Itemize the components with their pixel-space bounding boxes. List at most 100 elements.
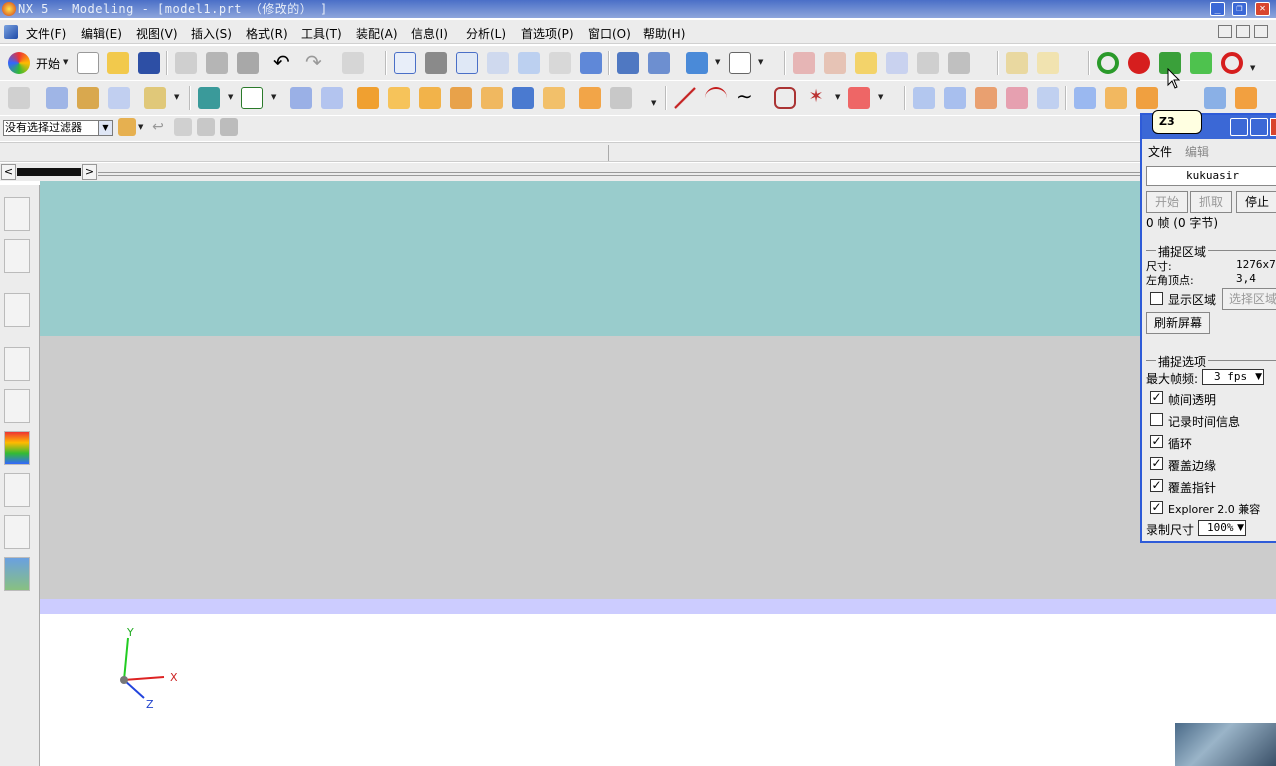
menu-file[interactable]: 文件(F)	[26, 25, 66, 42]
start-dropdown-icon[interactable]: ▼	[63, 58, 68, 66]
dropdown-icon[interactable]: ▼	[835, 93, 840, 101]
opt-time-checkbox[interactable]	[1150, 413, 1163, 426]
close-button[interactable]: ✕	[1255, 2, 1270, 16]
menu-assembly[interactable]: 装配(A)	[356, 25, 398, 42]
max-fps-select[interactable]: 3 fps ▼	[1202, 369, 1264, 385]
oring-red-icon[interactable]	[1221, 52, 1243, 74]
show-area-checkbox[interactable]	[1150, 292, 1163, 305]
opt-loop-checkbox[interactable]: ✓	[1150, 435, 1163, 448]
sketch-icon[interactable]	[144, 87, 166, 109]
styled-sweep-icon[interactable]	[1235, 87, 1257, 109]
shield-icon[interactable]	[77, 87, 99, 109]
undo-icon[interactable]: ↶	[273, 52, 295, 74]
opt-transparent-checkbox[interactable]: ✓	[1150, 391, 1163, 404]
assembly-navigator-icon[interactable]	[4, 197, 30, 231]
new-file-icon[interactable]	[77, 52, 99, 74]
capture-menu-file[interactable]: 文件	[1148, 143, 1172, 160]
scroll-right-icon[interactable]: >	[82, 164, 97, 180]
coil-green-icon[interactable]	[1190, 52, 1212, 74]
surface-icon[interactable]	[913, 87, 935, 109]
boss-icon[interactable]	[481, 87, 503, 109]
capture-menu-edit[interactable]: 编辑	[1185, 143, 1209, 160]
select-edge-icon[interactable]	[220, 118, 238, 136]
capture-start-button[interactable]: 开始	[1146, 191, 1188, 213]
arc-icon[interactable]	[705, 87, 727, 109]
graphics-viewport[interactable]: Y X Z	[40, 181, 1276, 766]
capture-grab-button[interactable]: 抓取	[1190, 191, 1232, 213]
tab-slider[interactable]	[17, 168, 81, 176]
dropdown-icon[interactable]: ▼	[758, 58, 763, 66]
paste-icon[interactable]	[237, 52, 259, 74]
wcs-dynamics-icon[interactable]	[855, 52, 877, 74]
select-arrow-icon[interactable]: ↩	[149, 118, 167, 136]
cut-icon[interactable]	[175, 52, 197, 74]
ruled-icon[interactable]	[1074, 87, 1096, 109]
menu-edit[interactable]: 编辑(E)	[81, 25, 122, 42]
measure-distance-icon[interactable]	[1006, 52, 1028, 74]
doc-restore-button[interactable]	[1236, 25, 1250, 38]
plane-icon[interactable]	[321, 87, 343, 109]
opt-explorer-checkbox[interactable]: ✓	[1150, 501, 1163, 514]
system-materials-icon[interactable]	[4, 389, 30, 423]
menu-preferences[interactable]: 首选项(P)	[521, 25, 574, 42]
perspective-icon[interactable]	[580, 52, 602, 74]
curve-icon[interactable]	[108, 87, 130, 109]
opt-cursor-checkbox[interactable]: ✓	[1150, 479, 1163, 492]
line-icon[interactable]	[674, 87, 696, 109]
wcs-origin-icon[interactable]	[824, 52, 846, 74]
redo-icon[interactable]: ↷	[305, 52, 327, 74]
wcs-save-icon[interactable]	[948, 52, 970, 74]
palette-icon[interactable]	[4, 431, 30, 465]
start-button[interactable]: 开始	[36, 55, 60, 72]
type-filter-field[interactable]: 没有选择过滤器 ▼	[3, 120, 113, 136]
doc-minimize-button[interactable]	[1218, 25, 1232, 38]
doc-close-button[interactable]	[1254, 25, 1268, 38]
chevron-down-icon[interactable]: ▼	[1255, 370, 1262, 384]
roles-icon[interactable]	[4, 515, 30, 549]
sweep-icon[interactable]	[419, 87, 441, 109]
pan-icon[interactable]	[549, 52, 571, 74]
offset-curve-icon[interactable]	[848, 87, 870, 109]
history-clock-icon[interactable]	[4, 347, 30, 381]
select-area-button[interactable]: 选择区域	[1222, 288, 1276, 310]
view-cube-icon[interactable]	[686, 52, 708, 74]
open-folder-icon[interactable]	[107, 52, 129, 74]
menu-insert[interactable]: 插入(S)	[191, 25, 232, 42]
web-browser-icon[interactable]	[4, 293, 30, 327]
datum-icon[interactable]	[198, 87, 220, 109]
n-sided-icon[interactable]	[1204, 87, 1226, 109]
minimize-button[interactable]: _	[1210, 2, 1225, 16]
extrude-book-icon[interactable]	[46, 87, 68, 109]
pad-icon[interactable]	[543, 87, 565, 109]
refresh-screen-button[interactable]: 刷新屏幕	[1146, 312, 1210, 334]
pocket-icon[interactable]	[512, 87, 534, 109]
save-icon[interactable]	[138, 52, 160, 74]
select-face-icon[interactable]	[197, 118, 215, 136]
chevron-down-icon[interactable]: ▼	[98, 121, 112, 135]
polygon-icon[interactable]	[774, 87, 796, 109]
dropdown-icon[interactable]: ▼	[715, 58, 720, 66]
ring-green-icon[interactable]	[1097, 52, 1119, 74]
opt-edge-checkbox[interactable]: ✓	[1150, 457, 1163, 470]
sew-icon[interactable]	[1037, 87, 1059, 109]
groove-icon[interactable]	[610, 87, 632, 109]
point-set-icon[interactable]: ✶	[805, 87, 827, 109]
mesh-surface-icon[interactable]	[944, 87, 966, 109]
capture-maximize-button[interactable]	[1250, 118, 1268, 136]
wcs-icon[interactable]	[793, 52, 815, 74]
menu-format[interactable]: 格式(R)	[246, 25, 288, 42]
system-scenes-icon[interactable]	[4, 557, 30, 591]
dropdown-icon[interactable]: ▼	[1250, 64, 1255, 72]
capture-minimize-button[interactable]	[1230, 118, 1248, 136]
rectangle-icon[interactable]	[241, 87, 263, 109]
copy-icon[interactable]	[206, 52, 228, 74]
view-layout-icon[interactable]	[729, 52, 751, 74]
wcs-orient-icon[interactable]	[917, 52, 939, 74]
capture-stop-button[interactable]: 停止	[1236, 191, 1276, 213]
revolve-icon[interactable]	[388, 87, 410, 109]
measure-angle-icon[interactable]	[1037, 52, 1059, 74]
constraint-navigator-icon[interactable]	[4, 239, 30, 273]
layer-icon[interactable]	[617, 52, 639, 74]
zoom-icon[interactable]	[487, 52, 509, 74]
rec-size-select[interactable]: 100% ▼	[1198, 520, 1246, 536]
